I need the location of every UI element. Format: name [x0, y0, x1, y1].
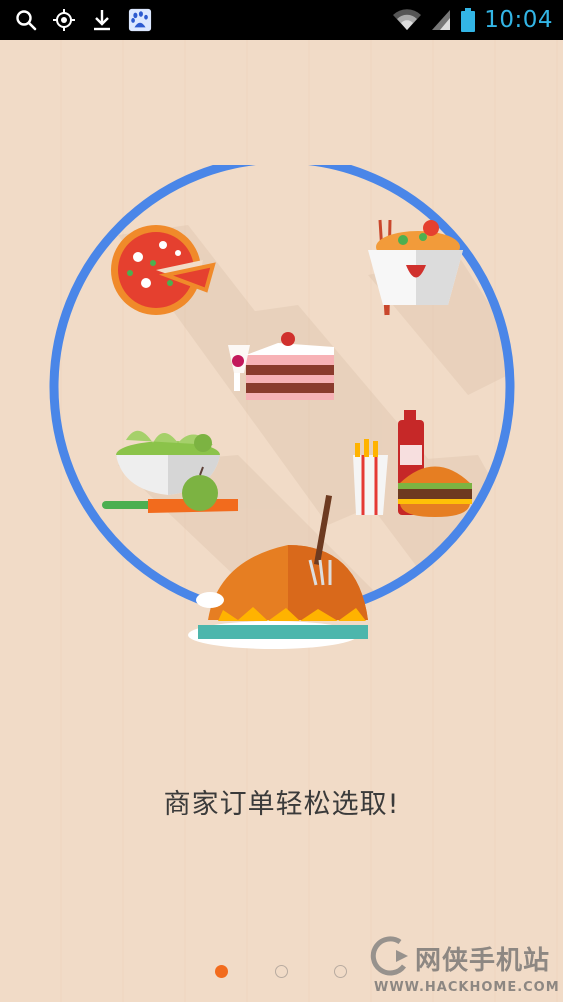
- baidu-paw-icon: [128, 8, 152, 32]
- onboarding-page[interactable]: 商家订单轻松选取! 网侠手机站 WWW.HACKHOME.COM: [0, 40, 563, 1002]
- clock: 10:04: [484, 7, 553, 33]
- page-dot-1[interactable]: [215, 965, 228, 978]
- watermark-url: WWW.HACKHOME.COM: [374, 980, 560, 995]
- signal-icon: [430, 8, 452, 32]
- page-dot-2[interactable]: [275, 965, 288, 978]
- status-bar: 10:04: [0, 0, 563, 40]
- search-icon: [14, 8, 38, 32]
- onboarding-caption: 商家订单轻松选取!: [163, 789, 400, 820]
- download-icon: [90, 8, 114, 32]
- hackhome-logo-icon: [370, 936, 408, 976]
- gps-icon: [52, 8, 76, 32]
- battery-icon: [460, 8, 476, 32]
- watermark-name: 网侠手机站: [415, 946, 551, 976]
- food-illustration: [49, 165, 515, 649]
- wifi-icon: [392, 8, 422, 32]
- watermark: 网侠手机站 WWW.HACKHOME.COM: [370, 930, 560, 1002]
- page-dot-3[interactable]: [334, 965, 347, 978]
